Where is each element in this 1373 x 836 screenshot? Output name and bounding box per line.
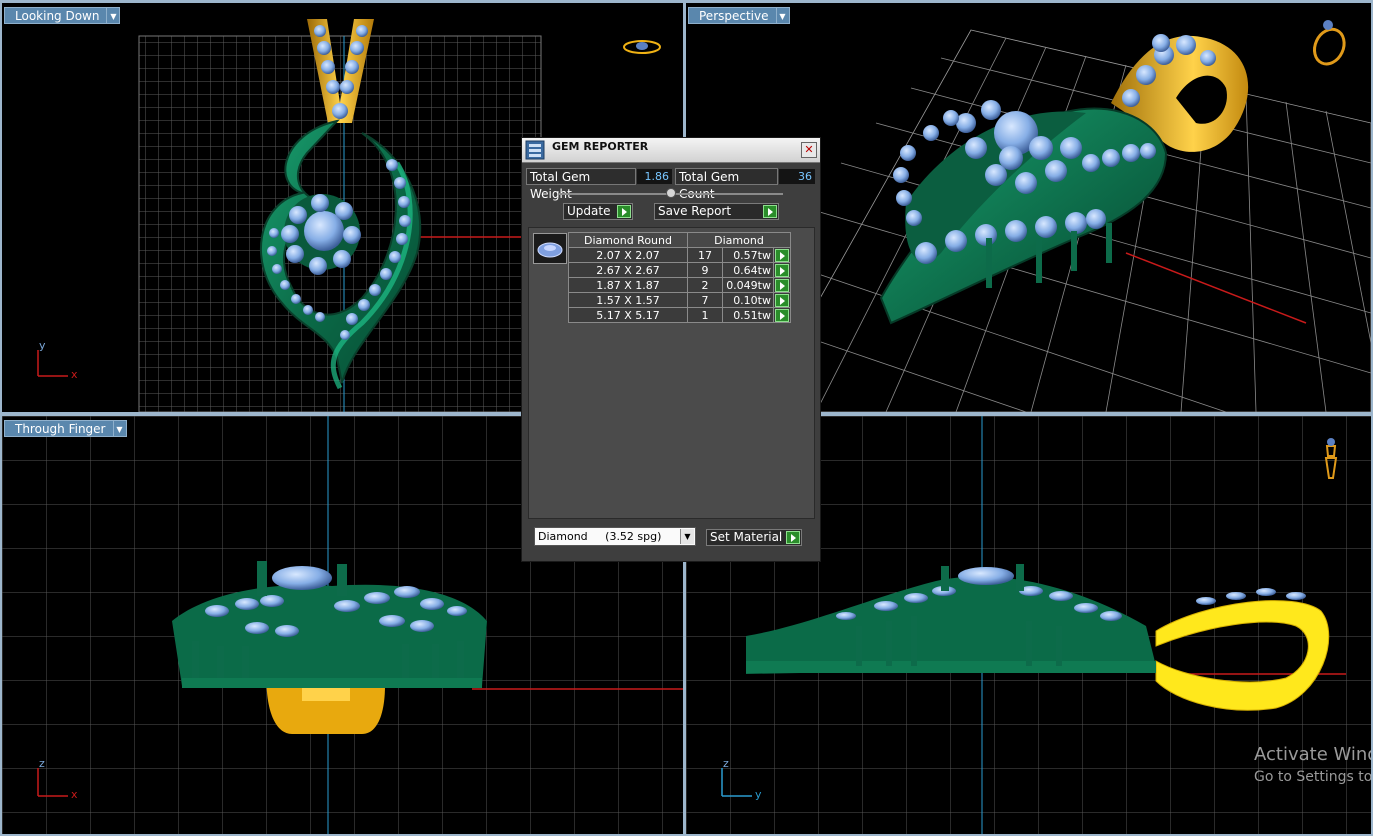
gem-thumbnail[interactable]: [533, 233, 567, 264]
chevron-down-icon[interactable]: ▼: [680, 529, 694, 544]
axis-z-label: z: [39, 757, 45, 770]
gem-count: 2: [687, 277, 723, 293]
table-row[interactable]: 1.57 X 1.57 7 0.10tw: [568, 292, 791, 308]
row-go-button[interactable]: [773, 277, 791, 293]
close-icon[interactable]: ✕: [801, 142, 817, 158]
set-material-button[interactable]: Set Material: [706, 529, 802, 546]
axis-y-label: y: [39, 339, 46, 352]
play-arrow-icon[interactable]: [775, 309, 789, 322]
viewport-label-text[interactable]: Through Finger: [4, 420, 113, 437]
gem-size: 5.17 X 5.17: [568, 307, 688, 323]
row-go-button[interactable]: [773, 262, 791, 278]
table-row[interactable]: 2.67 X 2.67 9 0.64tw: [568, 262, 791, 278]
gem-weight: 0.51tw: [722, 307, 774, 323]
play-arrow-icon[interactable]: [786, 531, 800, 544]
save-report-button[interactable]: Save Report: [654, 203, 779, 220]
axis-x-label: x: [71, 368, 78, 381]
table-row[interactable]: 2.07 X 2.07 17 0.57tw: [568, 247, 791, 263]
play-arrow-icon[interactable]: [763, 205, 777, 218]
row-go-button[interactable]: [773, 247, 791, 263]
save-report-button-label: Save Report: [658, 204, 732, 218]
gem-reporter-icon: [525, 140, 545, 160]
diamond-round-icon: [537, 242, 563, 258]
total-gem-weight-value: 1.86: [637, 169, 672, 184]
axis-x-label: x: [71, 788, 78, 801]
play-arrow-icon[interactable]: [775, 264, 789, 277]
viewport-label-looking-down[interactable]: Looking Down ▼: [4, 7, 121, 24]
gem-list-panel: Diamond Round Diamond 2.07 X 2.07 17 0.5…: [528, 227, 815, 519]
axis-y-label: y: [755, 788, 762, 801]
gem-size: 1.57 X 1.57: [568, 292, 688, 308]
gem-reporter-dialog: GEM REPORTER ✕ Total Gem Weight 1.86 Tot…: [521, 137, 821, 562]
gem-count: 1: [687, 307, 723, 323]
material-select-value: Diamond (3.52 spg): [538, 530, 662, 543]
table-row[interactable]: 5.17 X 5.17 1 0.51tw: [568, 307, 791, 323]
total-gem-count-value: 36: [779, 169, 815, 184]
gem-count: 7: [687, 292, 723, 308]
column-header-shape: Diamond Round: [568, 232, 688, 248]
play-arrow-icon[interactable]: [775, 294, 789, 307]
update-button[interactable]: Update: [563, 203, 633, 220]
gem-weight: 0.57tw: [722, 247, 774, 263]
axis-z-label: z: [723, 757, 729, 770]
viewport-label-perspective[interactable]: Perspective ▼: [688, 7, 790, 24]
gem-table: Diamond Round Diamond 2.07 X 2.07 17 0.5…: [568, 232, 791, 323]
chevron-down-icon[interactable]: ▼: [106, 7, 121, 24]
gem-count: 17: [687, 247, 723, 263]
total-gem-weight-label: Total Gem Weight: [526, 168, 636, 201]
gem-weight: 0.049tw: [722, 277, 774, 293]
viewport-label-through-finger[interactable]: Through Finger ▼: [4, 420, 127, 437]
viewport-label-text[interactable]: Looking Down: [4, 7, 107, 24]
gem-table-header: Diamond Round Diamond: [568, 232, 791, 248]
play-arrow-icon[interactable]: [775, 279, 789, 292]
chevron-down-icon[interactable]: ▼: [775, 7, 790, 24]
update-button-label: Update: [567, 204, 611, 218]
gem-weight: 0.64tw: [722, 262, 774, 278]
gem-size: 2.67 X 2.67: [568, 262, 688, 278]
row-go-button[interactable]: [773, 307, 791, 323]
activation-watermark-subtitle: Go to Settings to a: [1254, 769, 1371, 785]
total-gem-count-label: Total Gem Count: [675, 168, 778, 201]
play-arrow-icon[interactable]: [775, 249, 789, 262]
viewport-label-text[interactable]: Perspective: [688, 7, 776, 24]
chevron-down-icon[interactable]: ▼: [112, 420, 127, 437]
column-header-material: Diamond: [687, 232, 791, 248]
slider-handle[interactable]: [666, 188, 676, 198]
material-select[interactable]: Diamond (3.52 spg) ▼: [534, 527, 696, 546]
play-arrow-icon[interactable]: [617, 205, 631, 218]
gem-count: 9: [687, 262, 723, 278]
set-material-button-label: Set Material: [710, 530, 783, 544]
table-row[interactable]: 1.87 X 1.87 2 0.049tw: [568, 277, 791, 293]
activation-watermark-title: Activate Wind: [1254, 744, 1371, 765]
gem-weight: 0.10tw: [722, 292, 774, 308]
gem-size: 2.07 X 2.07: [568, 247, 688, 263]
dialog-title: GEM REPORTER: [552, 140, 649, 153]
row-go-button[interactable]: [773, 292, 791, 308]
dialog-title-bar[interactable]: GEM REPORTER ✕: [522, 138, 820, 163]
gem-size: 1.87 X 1.87: [568, 277, 688, 293]
